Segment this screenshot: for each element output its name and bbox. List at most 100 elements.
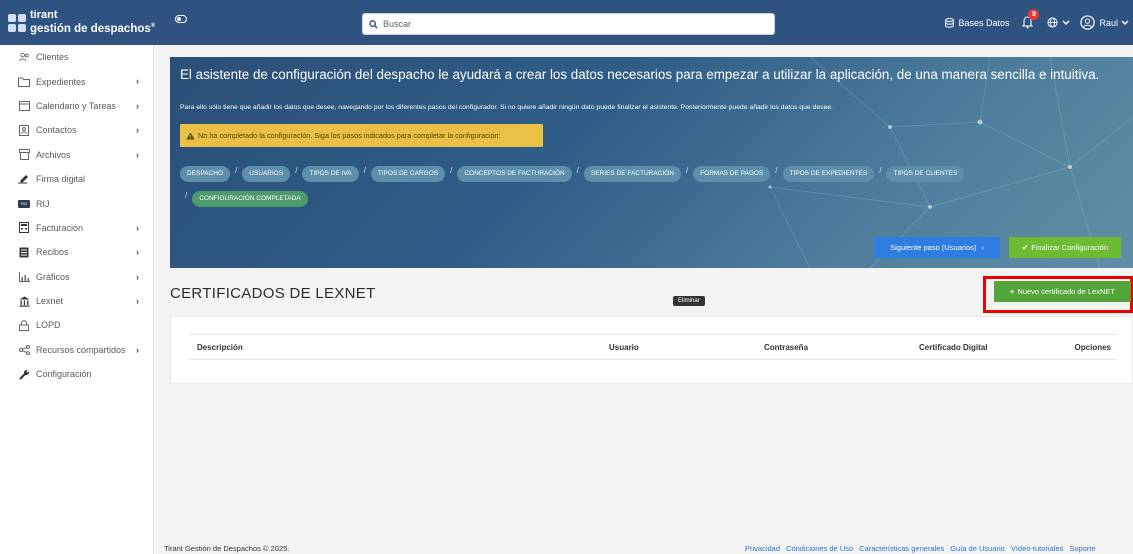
warning-icon xyxy=(186,131,195,140)
sidebar-item-label: Configuración xyxy=(36,369,92,380)
col-usuario[interactable]: Usuario xyxy=(609,343,639,352)
table-header: Descripción Usuario Contraseña Certifica… xyxy=(189,334,1117,360)
next-step-label: Siguiente paso (Usuarios) xyxy=(890,243,977,252)
sidebar-item-label: Clientes xyxy=(36,52,69,63)
step-formas-de-pagos[interactable]: FORMAS DE PAGOS xyxy=(693,166,771,182)
step-tipos-de-clientes[interactable]: TIPOS DE CLIENTES xyxy=(886,166,965,182)
folder-icon xyxy=(18,76,30,88)
sidebar-item-recursos-compartidos[interactable]: Recursos compartidos › xyxy=(0,338,153,362)
chevron-right-icon: › xyxy=(136,149,139,160)
step-separator: / xyxy=(685,165,689,175)
step-separator: / xyxy=(775,165,778,175)
receipt-icon xyxy=(18,246,30,258)
step-series-de-facturacion[interactable]: SERIES DE FACTURACIÓN xyxy=(583,166,681,182)
footer-link-caracteristicas-generales[interactable]: Características generales xyxy=(859,544,944,553)
check-icon: ✔ xyxy=(1022,243,1029,252)
rij-icon: RIJ xyxy=(18,198,30,210)
notifications-button[interactable]: 9 xyxy=(1021,8,1040,31)
page-title: CERTIFICADOS DE LEXNET xyxy=(170,285,376,302)
sidebar-item-lopd[interactable]: LOPD xyxy=(0,313,153,337)
step-usuarios[interactable]: USUARIOS xyxy=(242,166,291,182)
sidebar-item-lexnet[interactable]: Lexnet › xyxy=(0,289,153,313)
step-tipos-de-iva[interactable]: TIPOS DE IVA xyxy=(302,166,359,182)
top-bar: tirant gestión de despachos® Bases Datos… xyxy=(0,0,1133,45)
col-descripcion[interactable]: Descripción xyxy=(197,343,243,352)
sidebar-item-archivos[interactable]: Archivos › xyxy=(0,143,153,167)
sidebar-item-label: Firma digital xyxy=(36,174,86,185)
sidebar-item-facturacion[interactable]: Facturación › xyxy=(0,216,153,240)
app-logo[interactable]: tirant gestión de despachos® xyxy=(0,0,158,45)
calendar-icon xyxy=(18,100,30,112)
col-opciones[interactable]: Opciones xyxy=(1075,343,1111,352)
footer-link-soporte[interactable]: Soporte xyxy=(1069,544,1095,553)
databases-button[interactable]: Bases Datos xyxy=(945,17,1009,28)
sidebar-item-configuracion[interactable]: Configuración xyxy=(0,362,153,386)
warning-text: No ha completado la configuración. Siga … xyxy=(198,131,501,140)
sidebar-item-expedientes[interactable]: Expedientes › xyxy=(0,69,153,93)
chevron-down-icon xyxy=(1062,20,1070,25)
sidebar-item-clientes[interactable]: Clientes xyxy=(0,45,153,69)
plus-icon: + xyxy=(1010,287,1015,296)
step-separator: / xyxy=(363,165,366,175)
sidebar-toggle-icon[interactable] xyxy=(175,15,187,23)
sidebar-item-graficos[interactable]: Gráficos › xyxy=(0,265,153,289)
step-tipos-de-cargos[interactable]: TIPOS DE CARGOS xyxy=(370,166,446,182)
footer-link-guia-de-usuario[interactable]: Guía de Usuario xyxy=(950,544,1005,553)
footer: Tirant Gestión de Despachos © 2025. Priv… xyxy=(154,541,1133,554)
step-tipos-de-expedientes[interactable]: TIPOS DE EXPEDIENTES xyxy=(782,166,875,182)
wizard-steps: DESPACHO / USUARIOS / TIPOS DE IVA / TIPOS DE … xyxy=(180,166,1110,216)
col-contrasena[interactable]: Contraseña xyxy=(764,343,808,352)
new-certificate-label: Nuevo certificado de LexNET xyxy=(1017,287,1115,296)
step-configuracion-completada[interactable]: CONFIGURACIÓN COMPLETADA xyxy=(192,191,308,207)
step-separator: / xyxy=(576,165,579,175)
finish-config-label: Finalizar Configuración xyxy=(1031,243,1108,252)
lock-icon xyxy=(18,319,30,331)
sidebar-item-calendario-y-tareas[interactable]: Calendario y Tareas › xyxy=(0,94,153,118)
logo-line1: tirant xyxy=(30,9,58,22)
user-menu[interactable]: Raul xyxy=(1080,15,1129,30)
search-input[interactable] xyxy=(383,19,763,29)
footer-link-video-tutoriales[interactable]: Vídeo-tutoriales xyxy=(1011,544,1064,553)
bank-icon xyxy=(18,295,30,307)
delete-tooltip: Eliminar xyxy=(673,296,705,306)
sidebar: Clientes Expedientes › Calendario y Tareas ›… xyxy=(0,45,154,554)
sidebar-item-recibos[interactable]: Recibos › xyxy=(0,240,153,264)
sidebar-item-rij[interactable]: RIJ RIJ xyxy=(0,191,153,215)
sidebar-item-label: Expedientes xyxy=(36,76,86,87)
sidebar-item-label: Recursos compartidos xyxy=(36,344,126,355)
chevron-right-icon: › xyxy=(136,100,139,111)
banner-subtitle: Para ello sólo tiene que añadir los dato… xyxy=(180,104,833,111)
chevron-right-icon: › xyxy=(136,222,139,233)
sidebar-item-label: Facturación xyxy=(36,222,84,233)
next-step-button[interactable]: Siguiente paso (Usuarios) › xyxy=(874,237,1000,258)
finish-config-button[interactable]: ✔ Finalizar Configuración xyxy=(1009,237,1121,258)
sidebar-item-label: RIJ xyxy=(36,198,50,209)
copyright: Tirant Gestión de Despachos © 2025. xyxy=(164,544,290,553)
step-despacho[interactable]: DESPACHO xyxy=(180,166,230,182)
logo-line2: gestión de despachos xyxy=(30,22,151,35)
chevron-right-icon: › xyxy=(981,243,984,252)
sidebar-item-contactos[interactable]: Contactos › xyxy=(0,118,153,142)
step-separator: / xyxy=(235,165,238,175)
logo-reg: ® xyxy=(150,23,156,30)
chevron-right-icon: › xyxy=(136,76,139,87)
step-conceptos-de-facturacion[interactable]: CONCEPTOS DE FACTURACIÓN xyxy=(457,166,572,182)
footer-link-privacidad[interactable]: Privacidad xyxy=(745,544,780,553)
certificates-table: Descripción Usuario Contraseña Certifica… xyxy=(170,316,1133,384)
footer-link-condiciones-de-uso[interactable]: Condiciones de Uso xyxy=(786,544,853,553)
logo-mark-icon xyxy=(8,13,26,32)
new-lexnet-certificate-button[interactable]: + Nuevo certificado de LexNET xyxy=(994,281,1131,302)
chevron-right-icon: › xyxy=(136,271,139,282)
sidebar-item-firma-digital[interactable]: Firma digital xyxy=(0,167,153,191)
search-box[interactable] xyxy=(362,13,775,35)
sidebar-item-label: Recibos xyxy=(36,247,69,258)
database-icon xyxy=(945,17,955,28)
signature-icon xyxy=(18,173,30,185)
search-icon xyxy=(369,19,378,29)
config-warning: No ha completado la configuración. Siga … xyxy=(180,124,543,147)
chevron-right-icon: › xyxy=(136,125,139,136)
col-certificado-digital[interactable]: Certificado Digital xyxy=(919,343,987,352)
sidebar-item-label: Lexnet xyxy=(36,296,64,307)
language-selector[interactable] xyxy=(1047,17,1070,28)
avatar-icon xyxy=(1080,15,1096,30)
